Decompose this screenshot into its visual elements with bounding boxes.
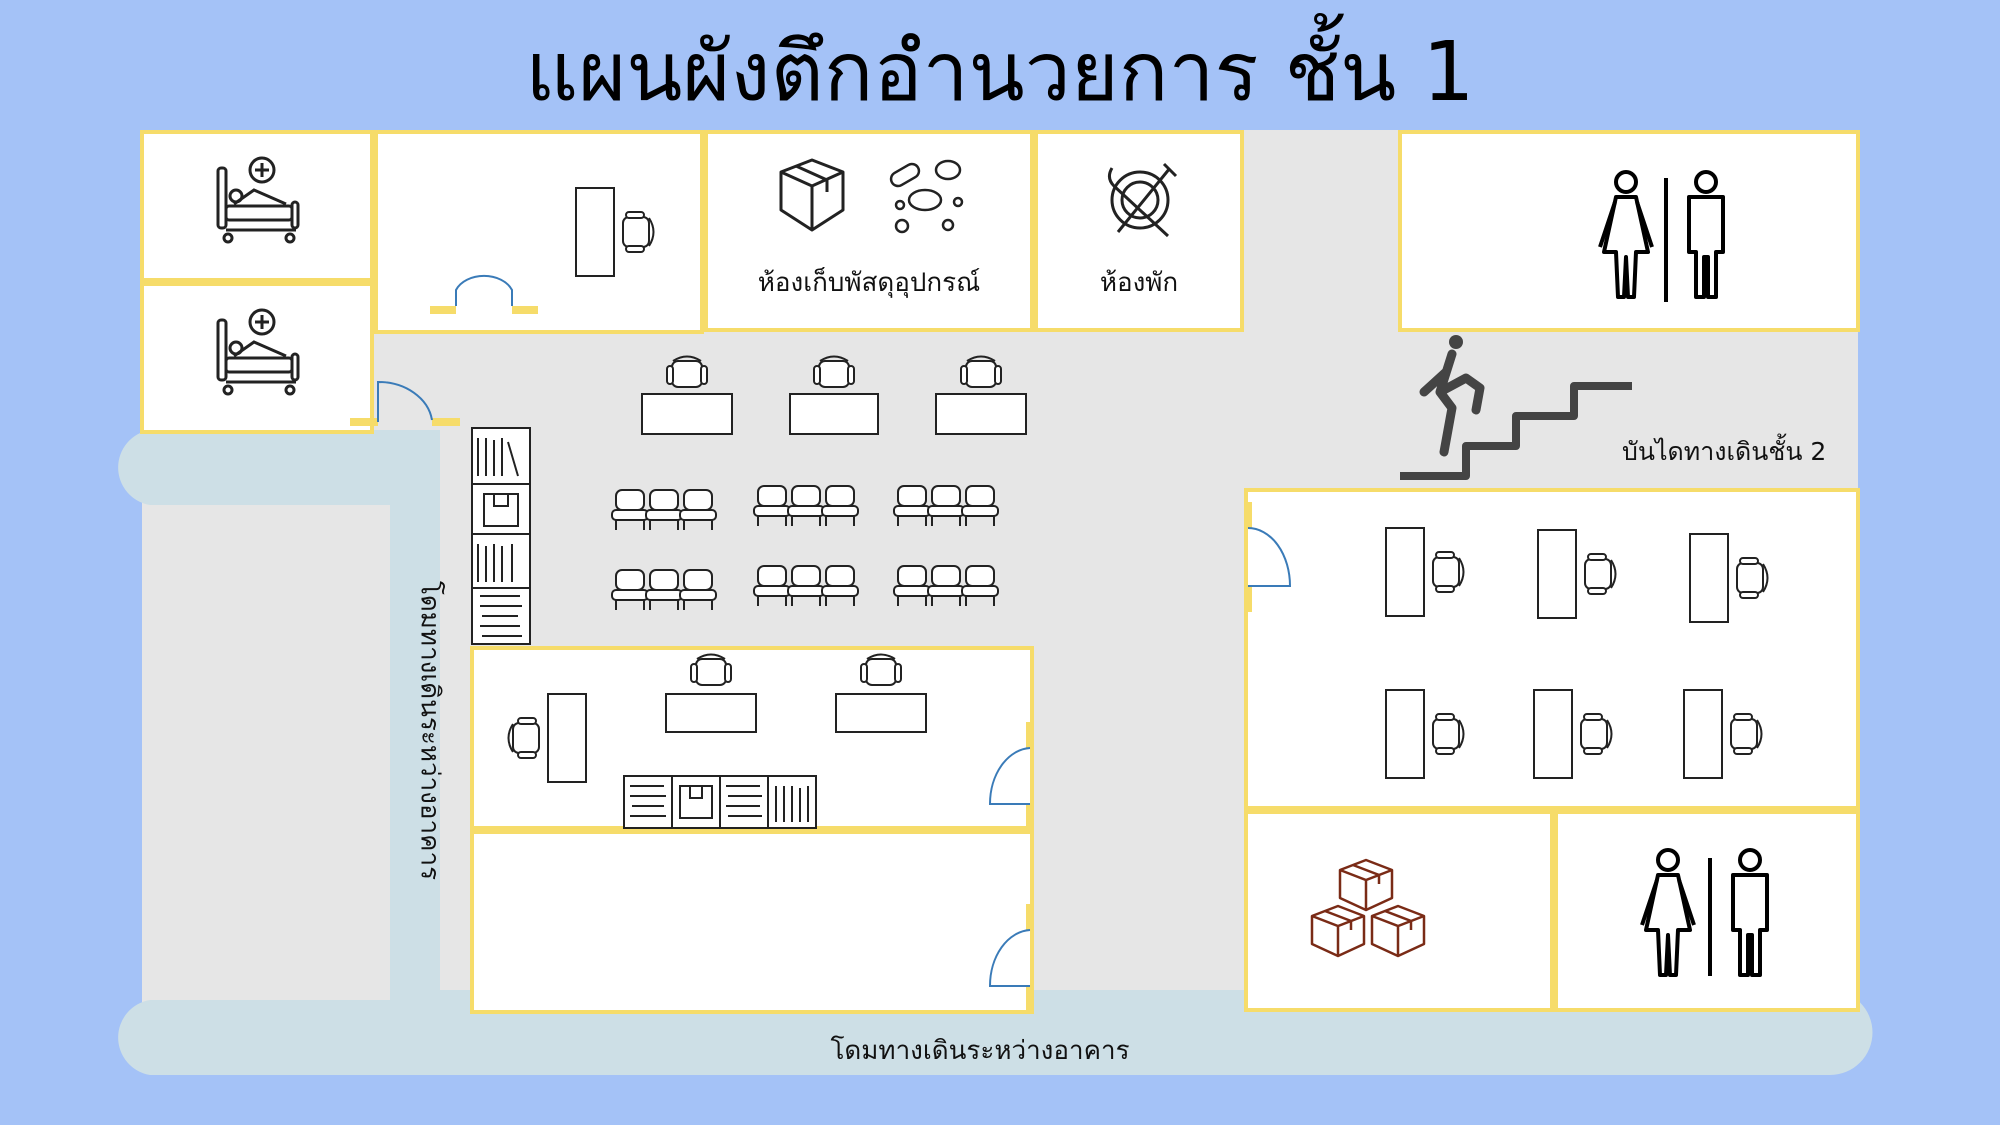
desk (1385, 689, 1425, 779)
desk (1385, 527, 1425, 617)
restroom-bottom (1554, 810, 1860, 1012)
desk (1533, 689, 1573, 779)
walkway-bottom-label: โดมทางเดินระหว่างอาคาร (830, 1036, 1130, 1066)
floor-plan (118, 130, 1873, 1075)
desk (1683, 689, 1723, 779)
storage-room-label: ห้องเก็บพัสดุอุปกรณ์ (757, 268, 981, 298)
floor-plan-stage: แผนผังตึกอำนวยการ ชั้น 1 ห้องเก็บพัสดุอุ… (0, 0, 2000, 1125)
break-room-label: ห้องพัก (1099, 268, 1179, 298)
stairs-label: บันไดทางเดินชั้น 2 (1622, 437, 1827, 466)
bookshelf (471, 427, 531, 645)
desk (1689, 533, 1729, 623)
room-bottom (470, 830, 1034, 1014)
desk (1537, 529, 1577, 619)
walkway-vertical-label: โดมทางเดินระหว่างอาคาร (414, 580, 445, 881)
lobby-desks (641, 355, 1027, 435)
restroom-top (1398, 130, 1860, 332)
